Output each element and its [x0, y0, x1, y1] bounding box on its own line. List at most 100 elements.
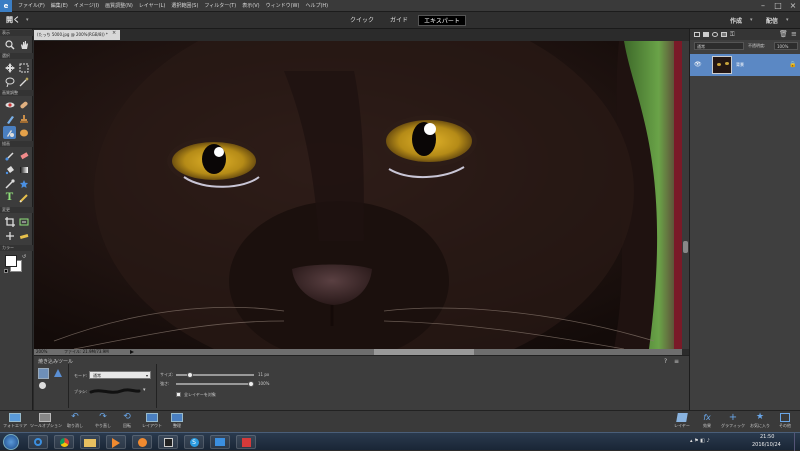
burn-tool-icon[interactable]	[3, 126, 16, 139]
dodge-tool-option-icon[interactable]	[39, 382, 46, 389]
strength-value[interactable]: 100%	[258, 381, 269, 386]
menu-view[interactable]: 表示(V)	[242, 2, 259, 9]
smart-brush-tool-icon[interactable]	[3, 112, 16, 125]
create-button[interactable]: 作成	[730, 16, 742, 25]
app-taskbar-icon[interactable]	[236, 435, 256, 449]
size-value[interactable]: 11 px	[258, 372, 269, 377]
zoom-tool-icon[interactable]	[3, 38, 16, 51]
firefox-taskbar-icon[interactable]	[132, 435, 152, 449]
open-button[interactable]: 開く	[6, 15, 20, 25]
eraser-tool-icon[interactable]	[17, 149, 30, 162]
lock-icon[interactable]: ⚿	[730, 31, 735, 39]
mode-select[interactable]: 通常 ▾	[89, 371, 151, 379]
options-menu-icon[interactable]: ≡	[674, 358, 679, 365]
recompose-tool-icon[interactable]	[17, 215, 30, 228]
magic-wand-tool-icon[interactable]	[17, 75, 30, 88]
menu-enhance[interactable]: 画質調整(N)	[105, 2, 133, 9]
menu-layer[interactable]: レイヤー(L)	[139, 2, 166, 9]
media-player-taskbar-icon[interactable]	[106, 435, 126, 449]
opacity-input[interactable]: 100%	[774, 42, 798, 50]
open-dropdown-icon[interactable]: ▾	[26, 17, 29, 23]
share-button[interactable]: 配信	[766, 16, 778, 25]
maximize-icon[interactable]: □	[771, 0, 785, 12]
tool-options-button[interactable]: ツールオプション	[30, 413, 62, 433]
canvas-vertical-scrollbar[interactable]	[682, 41, 689, 349]
sample-all-layers-checkbox[interactable]	[176, 392, 181, 397]
blend-mode-select[interactable]: 通常	[694, 42, 744, 50]
elements-taskbar-icon[interactable]	[158, 435, 178, 449]
content-aware-move-icon[interactable]	[3, 229, 16, 242]
menu-select[interactable]: 選択範囲(S)	[171, 2, 198, 9]
layer-mask-icon[interactable]	[721, 32, 727, 37]
clock-date[interactable]: 2016/10/24	[752, 442, 781, 448]
crop-tool-icon[interactable]	[3, 215, 16, 228]
red-eye-tool-icon[interactable]	[3, 98, 16, 111]
delete-layer-icon[interactable]: 🗑	[779, 30, 788, 38]
move-tool-icon[interactable]	[3, 61, 16, 74]
type-tool-icon[interactable]: T	[3, 191, 16, 204]
paint-bucket-tool-icon[interactable]	[3, 163, 16, 176]
document-close-icon[interactable]: ×	[112, 30, 116, 36]
document-tab[interactable]: (たっち 5000.jpg @ 200%(RGB/8)) *	[34, 30, 120, 40]
explorer-taskbar-icon[interactable]	[80, 435, 100, 449]
chrome-taskbar-icon[interactable]	[54, 435, 74, 449]
tab-guided[interactable]: ガイド	[385, 15, 413, 26]
tab-quick[interactable]: クイック	[345, 15, 379, 26]
brush-tool-icon[interactable]	[3, 149, 16, 162]
share-dropdown-icon[interactable]: ▾	[786, 17, 789, 23]
size-slider-knob[interactable]	[186, 372, 193, 378]
remote-taskbar-icon[interactable]	[210, 435, 230, 449]
show-desktop-button[interactable]	[794, 433, 800, 451]
straighten-tool-icon[interactable]	[17, 229, 30, 242]
minimize-icon[interactable]: –	[756, 0, 770, 12]
organizer-button[interactable]: 整理	[162, 413, 192, 433]
new-layer-icon[interactable]	[694, 32, 700, 37]
new-group-icon[interactable]	[703, 32, 709, 37]
status-menu-arrow-icon[interactable]	[130, 350, 134, 354]
help-icon[interactable]: ?	[664, 358, 667, 365]
lasso-tool-icon[interactable]	[3, 75, 16, 88]
strength-slider[interactable]	[176, 381, 254, 387]
layers-menu-icon[interactable]: ≡	[791, 30, 797, 38]
menu-help[interactable]: ヘルプ(H)	[305, 2, 328, 9]
sponge-tool-option-icon[interactable]	[54, 369, 62, 377]
tray-icons[interactable]: ▴ ⚑ ◧ ♪	[690, 438, 710, 444]
create-dropdown-icon[interactable]: ▾	[750, 17, 753, 23]
menu-image[interactable]: イメージ(I)	[74, 2, 99, 9]
menu-filter[interactable]: フィルター(T)	[204, 2, 236, 9]
adjustment-layer-icon[interactable]	[712, 32, 718, 37]
visibility-eye-icon[interactable]: 👁	[694, 61, 702, 68]
layer-row-background[interactable]: 👁 背景 🔒	[690, 54, 800, 76]
gradient-tool-icon[interactable]	[17, 163, 30, 176]
menu-edit[interactable]: 編集(E)	[51, 2, 68, 9]
marquee-tool-icon[interactable]	[17, 61, 30, 74]
custom-shape-tool-icon[interactable]	[17, 177, 30, 190]
photo-bin-button[interactable]: フォトエリア	[0, 413, 30, 433]
menu-file[interactable]: ファイル(F)	[18, 2, 45, 9]
close-icon[interactable]: ×	[786, 0, 800, 12]
default-colors-icon[interactable]	[4, 269, 8, 273]
strength-slider-knob[interactable]	[248, 381, 254, 387]
menu-window[interactable]: ウィンドウ(W)	[266, 2, 300, 9]
more-button[interactable]: その他	[770, 413, 800, 433]
clock-time[interactable]: 21:50	[760, 434, 774, 440]
burn-tool-option-icon[interactable]	[38, 368, 49, 379]
tab-expert[interactable]: エキスパート	[418, 15, 466, 26]
sponge-tool-icon[interactable]	[17, 126, 30, 139]
skype-taskbar-icon[interactable]: S	[184, 435, 204, 449]
size-slider[interactable]	[176, 372, 254, 378]
eyedropper-tool-icon[interactable]	[3, 177, 16, 190]
pencil-tool-icon[interactable]	[17, 191, 30, 204]
zoom-level[interactable]: 200%	[36, 349, 47, 354]
spot-healing-tool-icon[interactable]	[17, 98, 30, 111]
brush-preset-picker[interactable]	[89, 386, 141, 396]
vertical-scroll-thumb[interactable]	[683, 241, 688, 253]
app-logo-icon[interactable]: e	[0, 0, 12, 12]
swap-colors-icon[interactable]: ↺	[22, 254, 26, 260]
start-button-icon[interactable]	[3, 434, 19, 450]
brush-dropdown-icon[interactable]: ▾	[143, 387, 146, 393]
foreground-color-swatch[interactable]	[5, 255, 17, 267]
undo-button[interactable]: ↶ 取り消し	[60, 413, 90, 433]
image-canvas[interactable]	[34, 41, 682, 349]
graphics-button[interactable]: + グラフィック	[718, 413, 748, 433]
